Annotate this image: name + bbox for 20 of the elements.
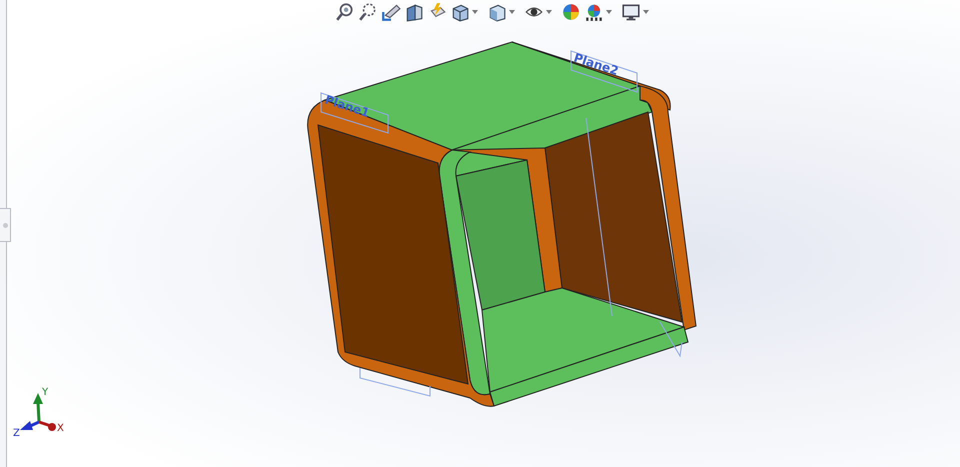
caret-icon[interactable] (509, 10, 515, 14)
magnifier-icon[interactable] (335, 2, 355, 22)
scene-ball-icon[interactable] (584, 2, 604, 22)
caret-icon[interactable] (643, 10, 649, 14)
panel-collapse-handle[interactable] (0, 208, 11, 242)
axis-label: Y (42, 387, 48, 398)
plane-outline (570, 50, 638, 93)
cube-icon[interactable] (450, 2, 470, 22)
shaded-cube-icon[interactable] (487, 2, 507, 22)
axis-label: X (57, 423, 64, 434)
caret-icon[interactable] (546, 10, 552, 14)
section-icon[interactable] (404, 2, 424, 22)
caret-icon[interactable] (606, 10, 612, 14)
caret-icon[interactable] (472, 10, 478, 14)
arrow-icon[interactable] (381, 2, 401, 22)
axis-label: Z (13, 428, 20, 439)
plane-outline (320, 92, 388, 134)
color-ball-icon[interactable] (561, 2, 581, 22)
dashed-magnifier-icon[interactable] (358, 2, 378, 22)
monitor-icon[interactable] (621, 2, 641, 22)
